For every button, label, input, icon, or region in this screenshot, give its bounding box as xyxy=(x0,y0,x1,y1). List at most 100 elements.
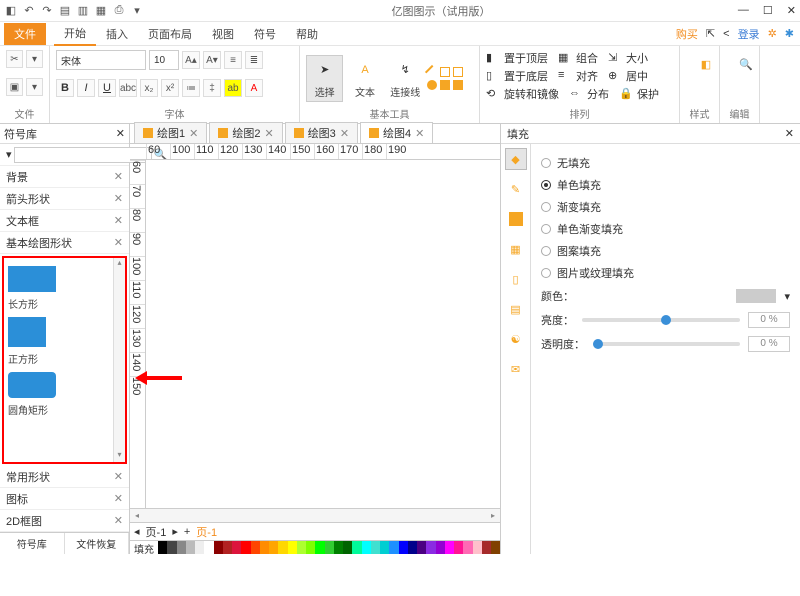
select-tool[interactable]: ➤选择 xyxy=(306,55,343,102)
menu-pagelayout[interactable]: 页面布局 xyxy=(138,23,202,45)
edit-button[interactable]: 🔍 xyxy=(726,50,766,78)
color-picker[interactable] xyxy=(736,289,776,303)
print-icon[interactable]: ⎙ xyxy=(112,4,126,18)
dropdown-icon[interactable]: ▾ xyxy=(26,50,43,68)
fill-solid[interactable]: 单色填充 xyxy=(541,174,790,196)
cat-common[interactable]: 常用形状✕ xyxy=(0,466,129,488)
shrink-font-icon[interactable]: A▾ xyxy=(203,51,221,69)
fill-texture[interactable]: 图片或纹理填充 xyxy=(541,262,790,284)
color-swatches[interactable] xyxy=(158,541,500,554)
strike-icon[interactable]: abc xyxy=(119,79,137,97)
prev-page-icon[interactable]: ◂ xyxy=(134,525,140,538)
valign-icon[interactable]: ≣ xyxy=(245,51,263,69)
file-menu[interactable]: 文件 xyxy=(4,23,46,45)
menu-symbol[interactable]: 符号 xyxy=(244,23,286,45)
scrollbar-h[interactable]: ◂▸ xyxy=(130,508,500,522)
tab-comment-icon[interactable]: ✉ xyxy=(505,358,527,380)
cat-textbox[interactable]: 文本框✕ xyxy=(0,210,129,232)
minimize-icon[interactable]: — xyxy=(738,4,749,17)
sub-icon[interactable]: x₂ xyxy=(140,79,158,97)
doctab-2[interactable]: 绘图2✕ xyxy=(209,122,282,143)
doctab-3[interactable]: 绘图3✕ xyxy=(285,122,358,143)
sup-icon[interactable]: x² xyxy=(161,79,179,97)
tab-recovery[interactable]: 文件恢复 xyxy=(65,533,130,554)
align[interactable]: ≡对齐 xyxy=(558,68,598,84)
cat-2dframe[interactable]: 2D框图✕ xyxy=(0,510,129,532)
buy-link[interactable]: 购买 xyxy=(676,26,698,42)
grow-font-icon[interactable]: A▴ xyxy=(182,51,200,69)
doctab-4[interactable]: 绘图4✕ xyxy=(360,122,433,143)
fontsize-select[interactable]: 10 xyxy=(149,50,179,70)
scrollbar-v[interactable]: ▴▾ xyxy=(113,258,125,462)
save-icon[interactable]: ▦ xyxy=(94,4,108,18)
next-page-icon[interactable]: ▸ xyxy=(172,525,178,538)
cat-arrow[interactable]: 箭头形状✕ xyxy=(0,188,129,210)
center[interactable]: ⊕居中 xyxy=(608,68,648,84)
new-icon[interactable]: ▤ xyxy=(58,4,72,18)
group[interactable]: ▦组合 xyxy=(558,50,598,66)
fill-none[interactable]: 无填充 xyxy=(541,152,790,174)
page-label[interactable]: 页-1 xyxy=(146,524,167,540)
tab-layer-icon[interactable]: ▯ xyxy=(505,268,527,290)
tab-fill-icon[interactable]: ◆ xyxy=(505,148,527,170)
font-select[interactable]: 宋体 xyxy=(56,50,146,70)
fill-monograd[interactable]: 单色渐变填充 xyxy=(541,218,790,240)
chevron-down-icon[interactable]: ▾ xyxy=(6,148,12,161)
chevron-down-icon[interactable]: ▾ xyxy=(784,290,790,303)
paste-icon[interactable]: ▾ xyxy=(26,78,43,96)
undo-icon[interactable]: ↶ xyxy=(22,4,36,18)
redo-icon[interactable]: ↷ xyxy=(40,4,54,18)
share-icon[interactable]: < xyxy=(723,28,729,40)
linespace-icon[interactable]: ‡ xyxy=(203,79,221,97)
add-page-icon[interactable]: + xyxy=(184,526,190,538)
underline-icon[interactable]: U xyxy=(98,79,116,97)
rotate[interactable]: ⟲旋转和镜像 xyxy=(486,86,559,102)
align-icon[interactable]: ≡ xyxy=(224,51,242,69)
menu-view[interactable]: 视图 xyxy=(202,23,244,45)
tab-shadow-icon[interactable] xyxy=(505,208,527,230)
italic-icon[interactable]: I xyxy=(77,79,95,97)
canvas[interactable] xyxy=(146,160,500,508)
login-link[interactable]: 登录 xyxy=(738,26,760,42)
cat-basicshapes[interactable]: 基本绘图形状✕ xyxy=(0,232,129,254)
cat-icons[interactable]: 图标✕ xyxy=(0,488,129,510)
open-icon[interactable]: ▥ xyxy=(76,4,90,18)
size[interactable]: ⇲大小 xyxy=(608,50,648,66)
highlight-icon[interactable]: ab xyxy=(224,79,242,97)
gear-icon[interactable]: ✲ xyxy=(768,27,777,40)
transparency-slider[interactable] xyxy=(593,342,740,346)
send-back[interactable]: ▯置于底层 xyxy=(486,68,548,84)
bullet-icon[interactable]: ≔ xyxy=(182,79,200,97)
close-icon[interactable]: ✕ xyxy=(787,4,796,17)
tab-line-icon[interactable]: ✎ xyxy=(505,178,527,200)
text-tool[interactable]: A文本 xyxy=(346,56,383,101)
tab-page-icon[interactable]: ▤ xyxy=(505,298,527,320)
distribute[interactable]: ⇔分布 xyxy=(569,86,609,102)
protect[interactable]: 🔒保护 xyxy=(619,86,659,102)
maximize-icon[interactable]: ☐ xyxy=(763,4,773,17)
shape-rect[interactable] xyxy=(8,266,56,292)
close-panel-icon[interactable]: ✕ xyxy=(116,127,125,140)
menu-insert[interactable]: 插入 xyxy=(96,23,138,45)
tab-resource-icon[interactable]: ☯ xyxy=(505,328,527,350)
close-fill-icon[interactable]: ✕ xyxy=(785,127,794,140)
fill-gradient[interactable]: 渐变填充 xyxy=(541,196,790,218)
menu-start[interactable]: 开始 xyxy=(54,22,96,46)
active-page[interactable]: 页-1 xyxy=(196,524,217,540)
more-icon[interactable]: ▾ xyxy=(130,4,144,18)
shape-square[interactable] xyxy=(8,317,46,347)
doctab-1[interactable]: 绘图1✕ xyxy=(134,122,207,143)
copy-icon[interactable]: ▣ xyxy=(6,78,23,96)
menu-help[interactable]: 帮助 xyxy=(286,23,328,45)
tab-image-icon[interactable]: ▦ xyxy=(505,238,527,260)
bring-front[interactable]: ▮置于顶层 xyxy=(486,50,548,66)
tab-symbols[interactable]: 符号库 xyxy=(0,533,65,554)
export-icon[interactable]: ⇱ xyxy=(706,27,715,40)
brightness-slider[interactable] xyxy=(582,318,740,322)
cat-background[interactable]: 背景✕ xyxy=(0,166,129,188)
fill-pattern[interactable]: 图案填充 xyxy=(541,240,790,262)
fontcolor-icon[interactable]: A xyxy=(245,79,263,97)
cut-icon[interactable]: ✂ xyxy=(6,50,23,68)
shape-palette[interactable] xyxy=(427,67,473,90)
bold-icon[interactable]: B xyxy=(56,79,74,97)
